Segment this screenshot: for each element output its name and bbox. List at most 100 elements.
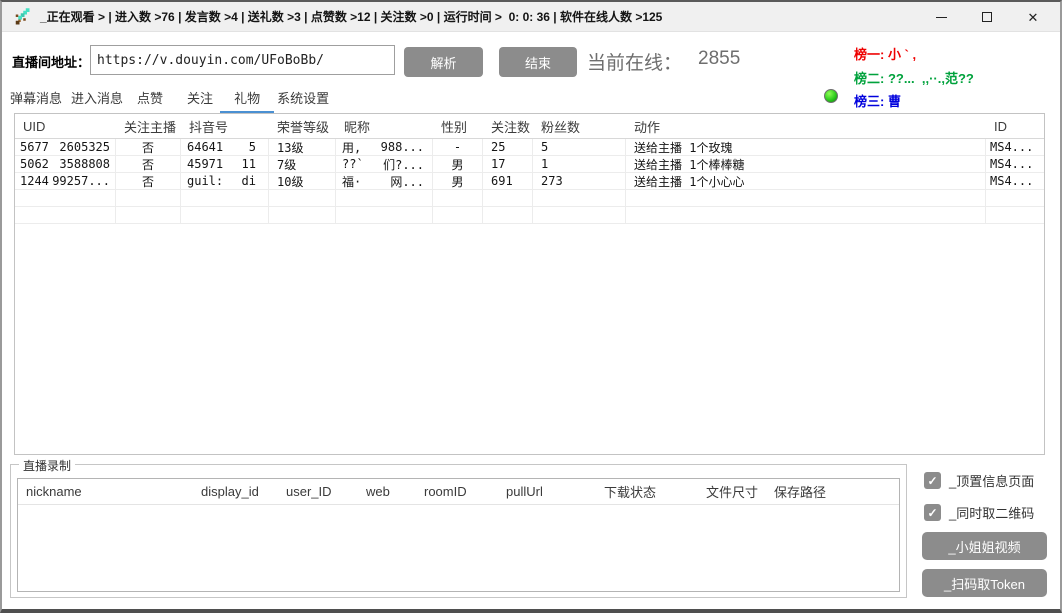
col-nickname: 昵称 [336, 117, 433, 136]
tab-likes[interactable]: 点赞 [137, 88, 163, 114]
cell-follow-count: 17 [483, 156, 533, 172]
cell-uid: 1244 [20, 174, 49, 188]
cell-uid-2: 3588808 [59, 157, 110, 171]
table-row[interactable]: 124499257... 否 guil:di 10级 福·网... 男 691 … [15, 173, 1044, 190]
cell-nick-2: 网... [390, 173, 424, 189]
rank-1-label: 榜一: 小 ` , [854, 44, 916, 63]
minimize-icon [936, 17, 947, 18]
col-download-status: 下载状态 [596, 482, 698, 501]
col-pull-url: pullUrl [498, 484, 596, 499]
online-value: 2855 [698, 48, 740, 75]
cell-nick: ??` [342, 157, 364, 171]
cell-douyin-2: 11 [242, 157, 256, 171]
cell-nick-2: 们?... [383, 156, 424, 172]
col-douyin-id: 抖音号 [181, 117, 269, 136]
tab-enter-messages[interactable]: 进入消息 [71, 88, 123, 114]
cell-action: 送给主播 1个棒棒糖 [626, 156, 986, 172]
tab-system-settings[interactable]: 系统设置 [277, 88, 329, 114]
table-row[interactable]: 5062 3588808 否 45971 11 7级 ??` 们?... 男 17 1… [15, 156, 1044, 173]
col-action: 动作 [626, 117, 986, 136]
checkbox-checked-icon[interactable] [924, 472, 941, 489]
checkbox-row-top-info[interactable]: _顶置信息页面 [924, 471, 1034, 490]
checkbox-qrcode-label: _同时取二维码 [949, 503, 1034, 522]
cell-id: MS4... [986, 156, 1044, 172]
cell-douyin: guil: [187, 174, 223, 188]
cell-level: 7级 [269, 156, 336, 172]
stream-address-input[interactable]: https://v.douyin.com/UFoBoBb/ [90, 45, 395, 75]
checkbox-top-info-label: _顶置信息页面 [949, 471, 1034, 490]
cell-gender: 男 [433, 173, 483, 189]
col-user-id: user_ID [278, 484, 358, 499]
table-row[interactable]: 56772605325 否 646415 13级 用,988... - 25 5… [15, 139, 1044, 156]
stop-button[interactable]: 结束 [499, 47, 577, 77]
cell-douyin: 64641 [187, 140, 223, 154]
record-table: nickname display_id user_ID web roomID p… [17, 478, 900, 592]
cell-uid: 5062 [20, 157, 49, 171]
cell-action: 送给主播 1个小心心 [626, 173, 986, 189]
cell-follow-count: 25 [483, 139, 533, 155]
col-id: ID [986, 119, 1044, 134]
col-gender: 性别 [433, 117, 483, 136]
col-nickname: nickname [18, 484, 193, 499]
app-window: _正在观看 > | 进入数 >76 | 发言数 >4 | 送礼数 >3 | 点赞… [0, 0, 1062, 613]
cell-follow: 否 [116, 156, 181, 172]
tab-gifts[interactable]: 礼物 [220, 88, 274, 114]
tab-danmu-messages[interactable]: 弹幕消息 [10, 88, 62, 114]
cell-nick: 福· [342, 173, 361, 189]
cell-follow-count: 691 [483, 173, 533, 189]
col-fan-count: 粉丝数 [533, 117, 626, 136]
col-web: web [358, 484, 416, 499]
checkbox-row-qrcode[interactable]: _同时取二维码 [924, 503, 1034, 522]
cell-douyin: 45971 [187, 157, 223, 171]
cell-douyin-2: di [242, 174, 256, 188]
col-display-id: display_id [193, 484, 278, 499]
cell-fan-count: 1 [533, 156, 626, 172]
cell-fan-count: 5 [533, 139, 626, 155]
cell-uid: 5677 [20, 140, 49, 154]
cell-gender: - [433, 139, 483, 155]
col-honor-level: 荣誉等级 [269, 117, 336, 136]
live-record-groupbox: 直播录制 nickname display_id user_ID web roo… [10, 464, 907, 598]
cell-nick: 用, [342, 139, 361, 155]
online-counter: 当前在线： 2855 [587, 48, 740, 75]
girl-video-button[interactable]: _小姐姐视频 [922, 532, 1047, 560]
col-follow-anchor: 关注主播 [116, 117, 181, 136]
parse-button[interactable]: 解析 [404, 47, 483, 77]
tab-bar: 弹幕消息 进入消息 点赞 关注 礼物 系统设置 [10, 88, 329, 114]
cell-nick-2: 988... [381, 140, 424, 154]
cell-level: 13级 [269, 139, 336, 155]
cell-follow: 否 [116, 139, 181, 155]
cell-douyin-2: 5 [249, 140, 256, 154]
col-room-id: roomID [416, 484, 498, 499]
checkbox-checked-icon[interactable] [924, 504, 941, 521]
rank-2-label: 榜二: ??... ,,··.,范?? [854, 68, 974, 87]
scan-token-button[interactable]: _扫码取Token [922, 569, 1047, 597]
gift-table-header: UID 关注主播 抖音号 荣誉等级 昵称 性别 关注数 粉丝数 动作 ID [15, 114, 1044, 139]
cell-uid-2: 99257... [52, 174, 110, 188]
cell-gender: 男 [433, 156, 483, 172]
cell-action: 送给主播 1个玫瑰 [626, 139, 986, 155]
close-icon: ✕ [1028, 11, 1039, 24]
window-controls: ✕ [918, 2, 1056, 32]
live-record-title: 直播录制 [19, 457, 75, 474]
col-follow-count: 关注数 [483, 117, 533, 136]
window-title: _正在观看 > | 进入数 >76 | 发言数 >4 | 送礼数 >3 | 点赞… [40, 8, 662, 25]
cell-level: 10级 [269, 173, 336, 189]
maximize-button[interactable] [964, 2, 1010, 32]
col-uid: UID [15, 119, 116, 134]
diamond-sword-icon [12, 7, 32, 27]
stream-address-label: 直播间地址： [12, 52, 90, 71]
stream-address-value: https://v.douyin.com/UFoBoBb/ [97, 53, 324, 68]
title-bar: _正在观看 > | 进入数 >76 | 发言数 >4 | 送礼数 >3 | 点赞… [2, 2, 1060, 32]
col-save-path: 保存路径 [766, 482, 826, 501]
cell-fan-count: 273 [533, 173, 626, 189]
maximize-icon [982, 12, 992, 22]
minimize-button[interactable] [918, 2, 964, 32]
close-button[interactable]: ✕ [1010, 2, 1056, 32]
tab-follows[interactable]: 关注 [187, 88, 213, 114]
cell-id: MS4... [986, 139, 1044, 155]
rank-3-label: 榜三: 曹 [854, 91, 901, 110]
record-table-header: nickname display_id user_ID web roomID p… [18, 479, 899, 505]
gift-table: UID 关注主播 抖音号 荣誉等级 昵称 性别 关注数 粉丝数 动作 ID 56… [14, 113, 1045, 455]
cell-id: MS4... [986, 173, 1044, 189]
